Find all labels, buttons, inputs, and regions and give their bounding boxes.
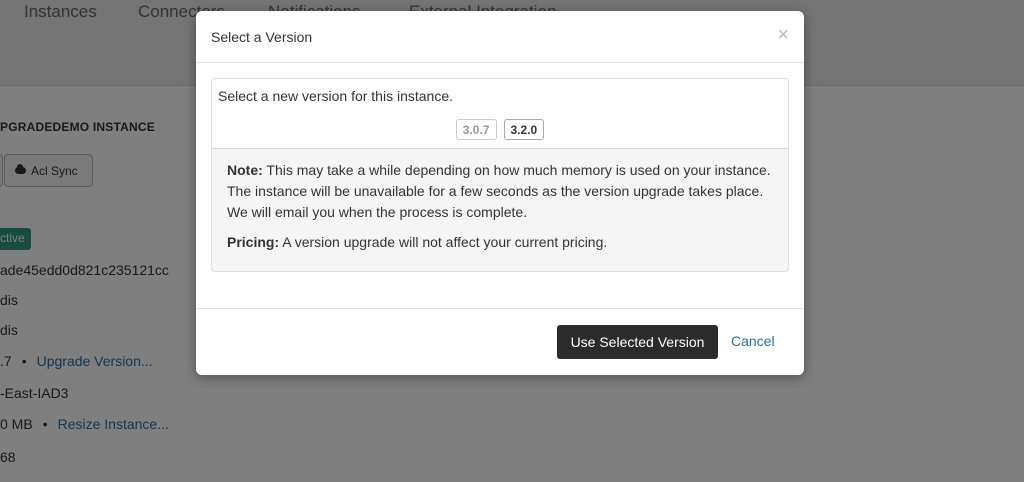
note-text: This may take a while depending on how m… bbox=[227, 162, 771, 220]
close-icon[interactable]: × bbox=[777, 25, 789, 45]
version-selector: Select a new version for this instance. … bbox=[212, 79, 788, 149]
cancel-link[interactable]: Cancel bbox=[731, 333, 775, 349]
pricing-text: A version upgrade will not affect your c… bbox=[279, 234, 608, 250]
version-intro-text: Select a new version for this instance. bbox=[218, 88, 454, 104]
select-version-modal: Select a Version × Select a new version … bbox=[196, 11, 804, 375]
version-options: 3.0.7 3.2.0 bbox=[212, 119, 788, 140]
version-info: Note: This may take a while depending on… bbox=[212, 149, 788, 271]
version-option-3-2-0[interactable]: 3.2.0 bbox=[503, 119, 545, 140]
use-selected-version-button[interactable]: Use Selected Version bbox=[557, 325, 718, 359]
pricing-paragraph: Pricing: A version upgrade will not affe… bbox=[227, 232, 773, 253]
note-label: Note: bbox=[227, 162, 263, 178]
modal-header: Select a Version × bbox=[196, 11, 804, 63]
modal-footer: Use Selected Version Cancel bbox=[196, 308, 804, 375]
pricing-label: Pricing: bbox=[227, 234, 280, 250]
version-panel: Select a new version for this instance. … bbox=[211, 78, 789, 272]
modal-title: Select a Version bbox=[211, 29, 313, 45]
version-option-3-0-7[interactable]: 3.0.7 bbox=[455, 119, 497, 140]
note-paragraph: Note: This may take a while depending on… bbox=[227, 160, 773, 223]
